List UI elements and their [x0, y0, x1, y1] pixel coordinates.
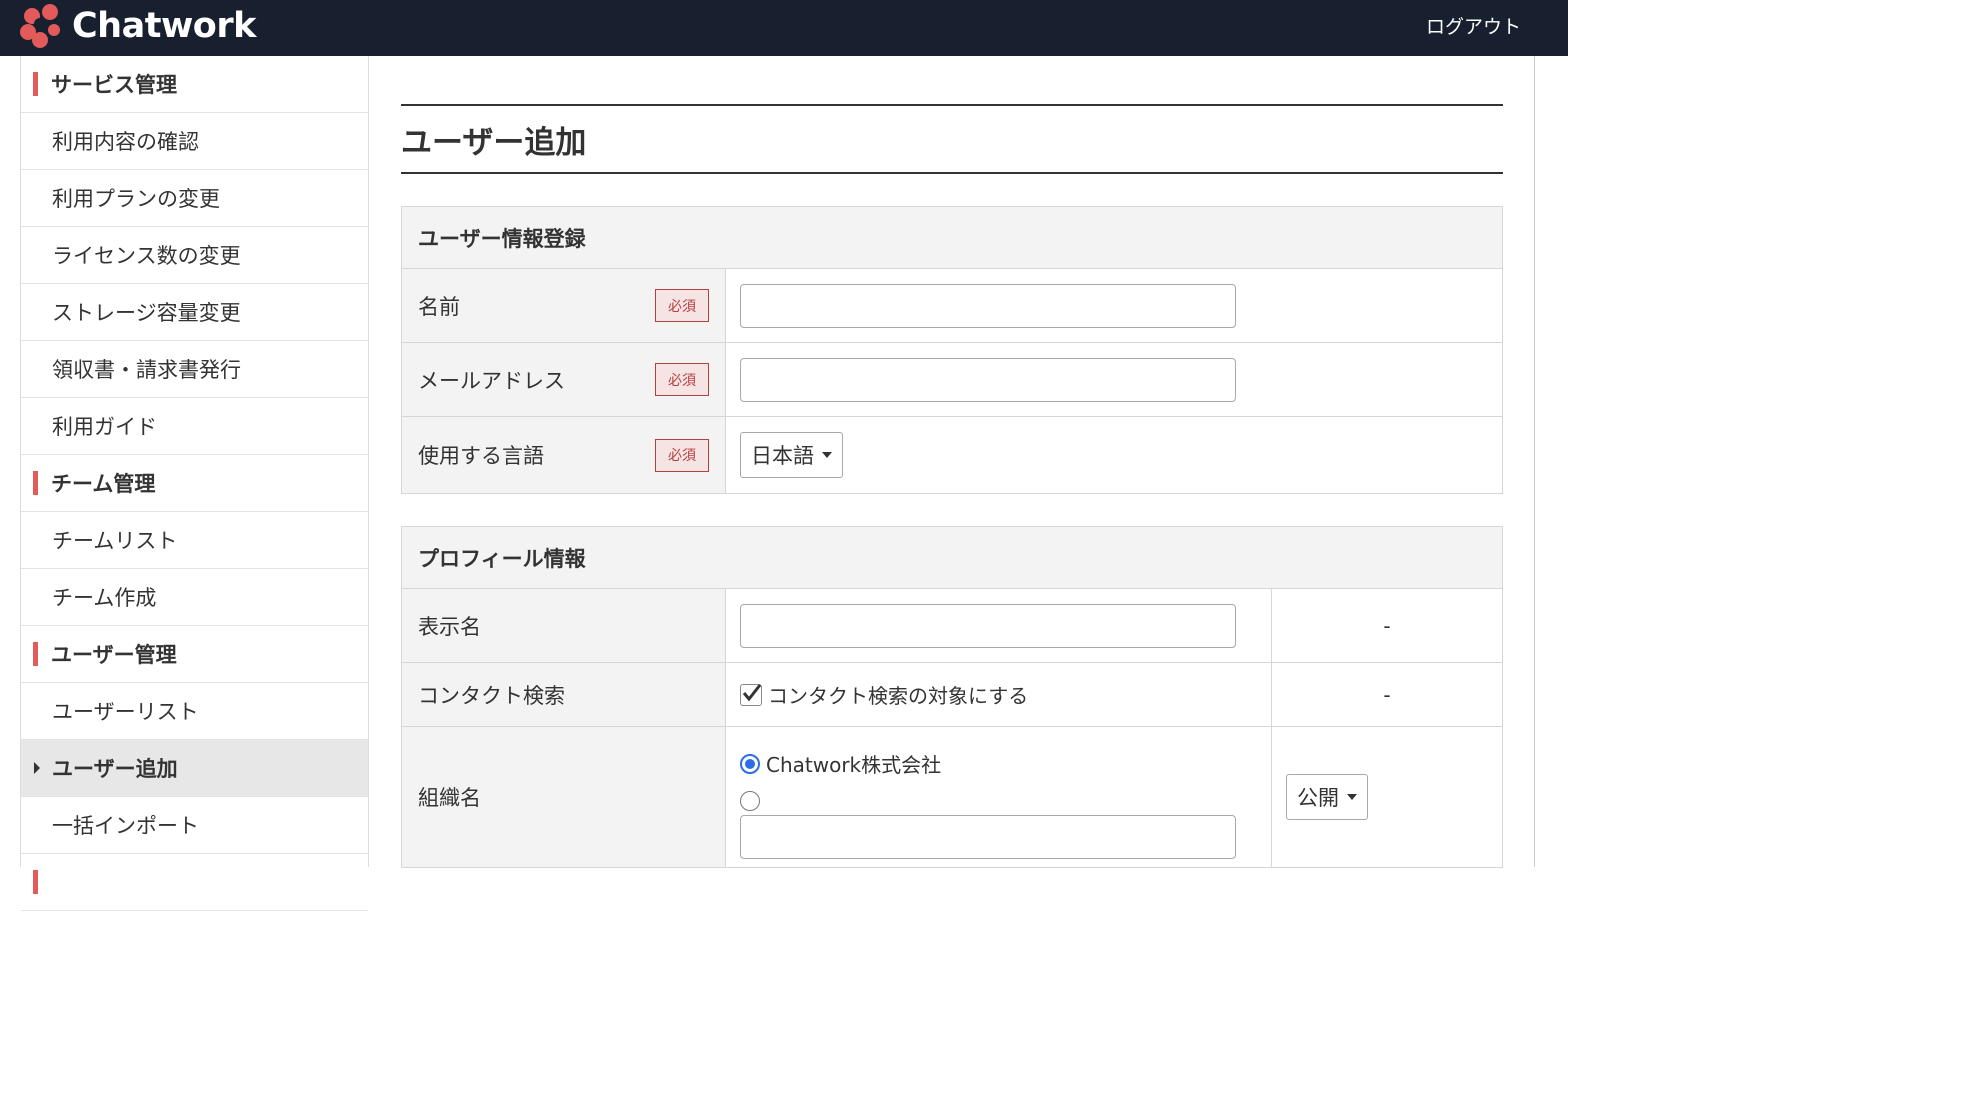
sidebar-item-guide[interactable]: 利用ガイド [21, 398, 368, 455]
required-badge: 必須 [655, 289, 709, 322]
display-name-input[interactable] [740, 603, 1236, 648]
sidebar-item-usage[interactable]: 利用内容の確認 [21, 113, 368, 170]
chevron-down-icon [822, 452, 832, 458]
display-name-visibility: - [1383, 613, 1391, 638]
language-select[interactable]: 日本語 [740, 432, 843, 478]
field-label-cell: 組織名 [402, 727, 726, 867]
sidebar-item-license-change[interactable]: ライセンス数の変更 [21, 227, 368, 284]
field-value-cell: 日本語 [726, 417, 1502, 493]
sidebar-item-plan-change[interactable]: 利用プランの変更 [21, 170, 368, 227]
required-badge: 必須 [655, 363, 709, 396]
sidebar-section-label: チーム管理 [51, 472, 156, 496]
sidebar: サービス管理 利用内容の確認 利用プランの変更 ライセンス数の変更 ストレージ容… [20, 56, 369, 911]
sidebar-section-label: ユーザー管理 [51, 643, 177, 667]
contact-search-label: コンタクト検索 [418, 683, 565, 708]
sidebar-item-team-create[interactable]: チーム作成 [21, 569, 368, 626]
sidebar-section-label: サービス管理 [51, 73, 177, 97]
chatwork-logo-icon [20, 4, 60, 48]
name-label: 名前 [418, 294, 460, 319]
sidebar-item-label: チームリスト [52, 529, 178, 553]
name-row: 名前 必須 [402, 269, 1502, 343]
sidebar-item-invoice[interactable]: 領収書・請求書発行 [21, 341, 368, 398]
field-value-cell [726, 589, 1272, 662]
sidebar-item-storage-change[interactable]: ストレージ容量変更 [21, 284, 368, 341]
language-select-value: 日本語 [751, 444, 814, 468]
chatwork-logo[interactable]: Chatwork [18, 2, 256, 50]
top-header: Chatwork ログアウト [0, 0, 1568, 56]
page-title: ユーザー追加 [401, 124, 587, 161]
field-value-cell [726, 269, 1502, 342]
field-label-cell: 名前 必須 [402, 269, 726, 342]
sidebar-item-label: 利用ガイド [52, 415, 157, 439]
language-label: 使用する言語 [418, 444, 544, 468]
org-option-company-label[interactable]: Chatwork株式会社 [766, 749, 941, 778]
org-radio-custom[interactable] [740, 791, 760, 811]
sidebar-section-user: ユーザー管理 [21, 626, 368, 683]
contact-search-row: コンタクト検索 コンタクト検索の対象にする - [402, 663, 1502, 727]
sidebar-item-bulk-import[interactable]: 一括インポート [21, 797, 368, 854]
field-label-cell: 使用する言語 必須 [402, 417, 726, 493]
main-content: ユーザー追加 ユーザー情報登録 名前 必須 メールアドレス 必須 使用する言語 … [401, 56, 1503, 868]
email-row: メールアドレス 必須 [402, 343, 1502, 417]
org-option-custom[interactable] [740, 791, 760, 811]
sidebar-item-team-list[interactable]: チームリスト [21, 512, 368, 569]
email-label: メールアドレス [418, 368, 565, 393]
field-value-cell: コンタクト検索の対象にする [726, 663, 1272, 726]
sidebar-item-user-add[interactable]: ユーザー追加 [21, 740, 368, 797]
sidebar-item-label: ユーザーリスト [52, 700, 199, 724]
panel-heading: プロフィール情報 [402, 527, 1502, 589]
contact-search-checkbox-label[interactable]: コンタクト検索の対象にする [768, 680, 1028, 709]
contact-search-checkbox[interactable] [740, 683, 762, 706]
email-input[interactable] [740, 357, 1236, 402]
organization-label: 組織名 [418, 786, 481, 810]
org-visibility-select[interactable]: 公開 [1286, 774, 1368, 820]
sidebar-item-label: 利用内容の確認 [52, 130, 199, 154]
checkmark-icon [742, 683, 762, 701]
sidebar-section-next [21, 854, 368, 911]
field-label-cell: 表示名 [402, 589, 726, 662]
org-radio-company[interactable] [740, 753, 760, 774]
org-visibility-cell: 公開 [1272, 727, 1502, 867]
field-label-cell: メールアドレス 必須 [402, 343, 726, 416]
sidebar-item-label: ライセンス数の変更 [52, 244, 241, 268]
org-option-company[interactable]: Chatwork株式会社 [740, 749, 941, 778]
sidebar-item-label: 一括インポート [52, 814, 199, 838]
org-custom-input[interactable] [740, 815, 1236, 859]
profile-panel: プロフィール情報 表示名 - コンタクト検索 コンタクト検索の対象にする - 組… [401, 526, 1503, 868]
sidebar-item-label: チーム作成 [52, 586, 157, 610]
contact-search-visibility: - [1383, 682, 1391, 707]
content-right-border [1534, 56, 1535, 867]
page-title-bar: ユーザー追加 [401, 104, 1503, 174]
sidebar-item-label: 利用プランの変更 [52, 187, 220, 211]
field-value-cell [726, 343, 1502, 416]
org-visibility-value: 公開 [1297, 786, 1339, 810]
brand-name: Chatwork [72, 6, 256, 46]
chevron-down-icon [1347, 794, 1357, 800]
name-input[interactable] [740, 283, 1236, 328]
organization-row: 組織名 Chatwork株式会社 公開 [402, 727, 1502, 867]
sidebar-item-label: ストレージ容量変更 [52, 301, 241, 325]
display-name-row: 表示名 - [402, 589, 1502, 663]
language-row: 使用する言語 必須 日本語 [402, 417, 1502, 493]
sidebar-section-service: サービス管理 [21, 56, 368, 113]
field-value-cell: Chatwork株式会社 [726, 727, 1272, 867]
user-registration-panel: ユーザー情報登録 名前 必須 メールアドレス 必須 使用する言語 必須 日本語 [401, 206, 1503, 494]
display-name-label: 表示名 [418, 614, 481, 639]
sidebar-item-label: ユーザー追加 [52, 757, 178, 781]
required-badge: 必須 [655, 438, 709, 472]
field-label-cell: コンタクト検索 [402, 663, 726, 726]
sidebar-item-user-list[interactable]: ユーザーリスト [21, 683, 368, 740]
panel-heading: ユーザー情報登録 [402, 207, 1502, 269]
logout-link[interactable]: ログアウト [1426, 12, 1521, 39]
sidebar-item-label: 領収書・請求書発行 [52, 358, 241, 382]
sidebar-section-team: チーム管理 [21, 455, 368, 512]
